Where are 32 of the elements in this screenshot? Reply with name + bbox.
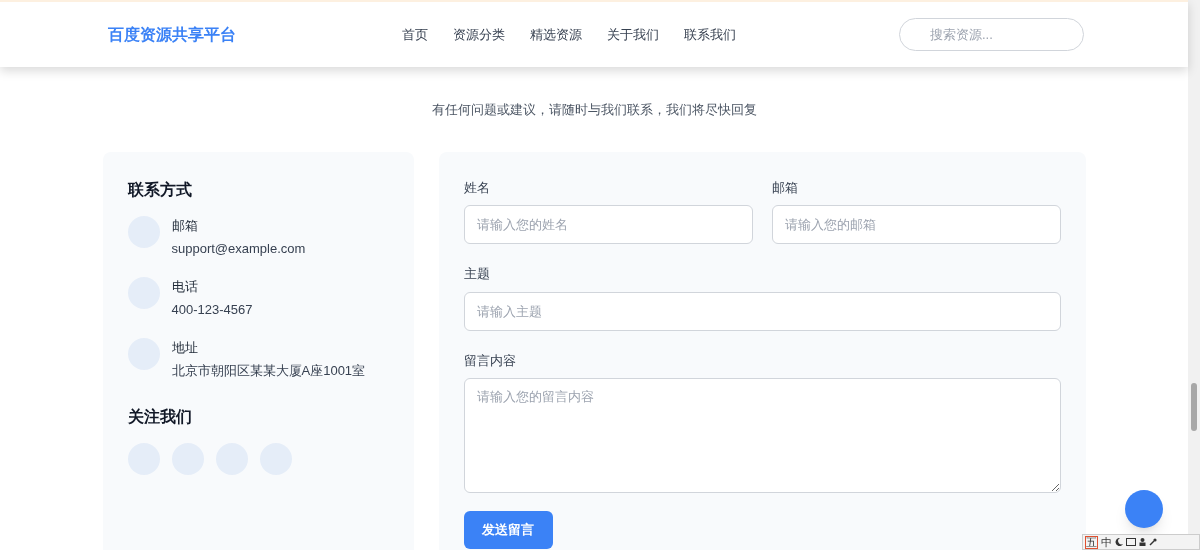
- search-field[interactable]: 搜索资源...: [899, 18, 1084, 51]
- back-to-top-button[interactable]: [1125, 490, 1163, 528]
- wrench-icon[interactable]: [1149, 538, 1157, 546]
- field-label: 留言内容: [463, 351, 517, 370]
- submit-button[interactable]: 发送留言: [463, 511, 553, 549]
- nav-link[interactable]: 首页: [402, 24, 428, 45]
- nav-link[interactable]: 联系我们: [684, 24, 736, 45]
- ime-mode-label[interactable]: 中: [1101, 536, 1112, 548]
- contact-value: 400-123-4567: [171, 301, 253, 319]
- field-label: 主题: [463, 265, 491, 283]
- input-field[interactable]: 请输入您的邮箱: [771, 205, 1061, 244]
- field-label: 邮箱: [771, 178, 799, 197]
- input-field[interactable]: 请输入您的姓名: [463, 205, 753, 244]
- contact-label: 电话: [171, 277, 199, 296]
- contact-value: 北京市朝阳区某某大厦A座1001室: [171, 362, 366, 380]
- card-title: 关注我们: [127, 406, 193, 427]
- nav-link[interactable]: 关于我们: [607, 24, 659, 45]
- ime-mode-label[interactable]: 五: [1085, 535, 1098, 549]
- keyboard-icon[interactable]: [1126, 538, 1136, 546]
- page-subtitle: 有任何问题或建议，请随时与我们联系，我们将尽快回复: [431, 101, 757, 119]
- card-title: 联系方式: [127, 179, 193, 200]
- contact-label: 地址: [171, 338, 199, 357]
- message-field[interactable]: 请输入您的留言内容: [463, 378, 1061, 493]
- moon-icon[interactable]: [1115, 538, 1123, 546]
- site-logo[interactable]: 百度资源共享平台: [108, 22, 278, 47]
- person-icon[interactable]: [1139, 538, 1146, 546]
- contact-label: 邮箱: [171, 216, 199, 235]
- contact-value: support@example.com: [171, 240, 306, 258]
- input-field[interactable]: 请输入主题: [463, 291, 1061, 331]
- nav-link[interactable]: 精选资源: [530, 24, 582, 45]
- field-label: 姓名: [463, 178, 491, 197]
- nav-link[interactable]: 资源分类: [453, 24, 505, 45]
